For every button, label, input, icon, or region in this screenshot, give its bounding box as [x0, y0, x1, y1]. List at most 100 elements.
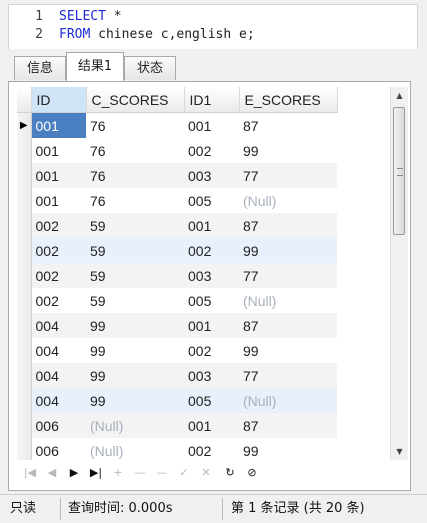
cell-id1[interactable]: 005 [184, 388, 239, 413]
last-record-icon[interactable]: ▶| [87, 464, 105, 482]
cell-e-scores[interactable]: 77 [239, 163, 337, 188]
cancel-edit-icon[interactable]: ✕ [197, 464, 215, 482]
table-row[interactable]: 004 99 003 77 [17, 363, 337, 388]
cell-e-scores[interactable]: (Null) [239, 388, 337, 413]
cell-c-scores[interactable]: 59 [86, 288, 184, 313]
table-row[interactable]: 006 (Null) 002 99 [17, 438, 337, 460]
row-header[interactable] [17, 188, 32, 213]
row-header[interactable] [17, 288, 32, 313]
row-header[interactable] [17, 138, 32, 163]
row-header[interactable] [17, 438, 32, 460]
current-row-indicator-icon[interactable]: ▶ [17, 112, 32, 138]
table-row[interactable]: 004 99 005 (Null) [17, 388, 337, 413]
cell-c-scores[interactable]: 76 [86, 163, 184, 188]
table-row[interactable]: 001 76 005 (Null) [17, 188, 337, 213]
row-header[interactable] [17, 163, 32, 188]
cell-e-scores[interactable]: 77 [239, 263, 337, 288]
vertical-scrollbar[interactable]: ▲ ▼ [390, 87, 408, 460]
cell-id1[interactable]: 002 [184, 338, 239, 363]
cell-id[interactable]: 002 [31, 213, 86, 238]
delete-record-icon[interactable]: — [131, 464, 149, 482]
cell-c-scores[interactable]: (Null) [86, 413, 184, 438]
table-row[interactable]: 001 76 002 99 [17, 138, 337, 163]
column-header-id[interactable]: ID [31, 87, 87, 113]
cell-e-scores[interactable]: (Null) [239, 288, 337, 313]
cell-c-scores[interactable]: (Null) [86, 438, 184, 460]
row-header[interactable] [17, 413, 32, 438]
cell-id[interactable]: 001 [31, 163, 86, 188]
stop-icon[interactable]: ⊘ [243, 464, 261, 482]
cell-e-scores[interactable]: 87 [239, 113, 337, 139]
table-row[interactable]: 004 99 002 99 [17, 338, 337, 363]
row-header[interactable] [17, 213, 32, 238]
cell-e-scores[interactable]: 77 [239, 363, 337, 388]
cell-e-scores[interactable]: 99 [239, 138, 337, 163]
cell-id1[interactable]: 002 [184, 138, 239, 163]
table-row[interactable]: 002 59 003 77 [17, 263, 337, 288]
row-header[interactable] [17, 363, 32, 388]
sql-editor[interactable]: 1 SELECT * 2 FROM chinese c,english e; [8, 4, 418, 49]
next-record-icon[interactable]: ▶ [65, 464, 83, 482]
cell-c-scores[interactable]: 99 [86, 338, 184, 363]
add-record-icon[interactable]: + [109, 464, 127, 482]
cell-id1[interactable]: 001 [184, 213, 239, 238]
cell-id[interactable]: 004 [31, 363, 86, 388]
tab-result1[interactable]: 结果1 [66, 52, 124, 82]
cell-c-scores[interactable]: 76 [86, 188, 184, 213]
cell-id[interactable]: 001 [31, 112, 86, 138]
cell-id1[interactable]: 005 [184, 188, 239, 213]
cell-c-scores[interactable]: 99 [86, 313, 184, 338]
cell-id1[interactable]: 003 [184, 363, 239, 388]
cell-id1[interactable]: 001 [184, 313, 239, 338]
cell-id[interactable]: 004 [31, 388, 86, 413]
table-row[interactable]: 004 99 001 87 [17, 313, 337, 338]
cell-id[interactable]: 004 [31, 338, 86, 363]
cell-id1[interactable]: 001 [184, 113, 239, 139]
cell-id1[interactable]: 003 [184, 263, 239, 288]
apply-edit-icon[interactable]: ✓ [175, 464, 193, 482]
cell-e-scores[interactable]: 87 [239, 213, 337, 238]
cell-id1[interactable]: 002 [184, 438, 239, 460]
cell-id[interactable]: 002 [31, 288, 86, 313]
table-row[interactable]: ▶ 001 76 001 87 [17, 112, 337, 139]
row-header[interactable] [17, 388, 32, 413]
prev-record-icon[interactable]: ◀ [43, 464, 61, 482]
table-row[interactable]: 002 59 001 87 [17, 213, 337, 238]
column-header-e-scores[interactable]: E_SCORES [239, 87, 338, 113]
cell-c-scores[interactable]: 99 [86, 363, 184, 388]
table-row[interactable]: 006 (Null) 001 87 [17, 413, 337, 438]
cell-c-scores[interactable]: 59 [86, 263, 184, 288]
save-record-icon[interactable]: — [153, 464, 171, 482]
cell-id1[interactable]: 001 [184, 413, 239, 438]
row-header[interactable] [17, 338, 32, 363]
cell-id[interactable]: 006 [31, 413, 86, 438]
refresh-icon[interactable]: ↻ [221, 464, 239, 482]
cell-c-scores[interactable]: 76 [86, 113, 184, 139]
result-grid[interactable]: ID C_SCORES ID1 E_SCORES ▶ 001 76 001 87 001 7… [17, 87, 399, 460]
tab-status[interactable]: 状态 [124, 56, 176, 80]
table-row[interactable]: 001 76 003 77 [17, 163, 337, 188]
scroll-down-arrow-icon[interactable]: ▼ [391, 443, 408, 460]
cell-c-scores[interactable]: 76 [86, 138, 184, 163]
row-header[interactable] [17, 263, 32, 288]
cell-id[interactable]: 001 [31, 188, 86, 213]
column-header-id1[interactable]: ID1 [184, 87, 240, 113]
cell-e-scores[interactable]: (Null) [239, 188, 337, 213]
row-header[interactable] [17, 313, 32, 338]
cell-e-scores[interactable]: 87 [239, 413, 337, 438]
table-row[interactable]: 002 59 002 99 [17, 238, 337, 263]
cell-id[interactable]: 006 [31, 438, 86, 460]
cell-e-scores[interactable]: 99 [239, 238, 337, 263]
scroll-up-arrow-icon[interactable]: ▲ [391, 87, 408, 104]
scroll-thumb[interactable] [393, 107, 405, 235]
row-header[interactable] [17, 238, 32, 263]
cell-c-scores[interactable]: 59 [86, 213, 184, 238]
cell-id[interactable]: 001 [31, 138, 86, 163]
cell-c-scores[interactable]: 99 [86, 388, 184, 413]
cell-id[interactable]: 002 [31, 263, 86, 288]
tab-info[interactable]: 信息 [14, 56, 66, 80]
cell-id1[interactable]: 003 [184, 163, 239, 188]
cell-id1[interactable]: 005 [184, 288, 239, 313]
cell-e-scores[interactable]: 87 [239, 313, 337, 338]
cell-id[interactable]: 002 [31, 238, 86, 263]
